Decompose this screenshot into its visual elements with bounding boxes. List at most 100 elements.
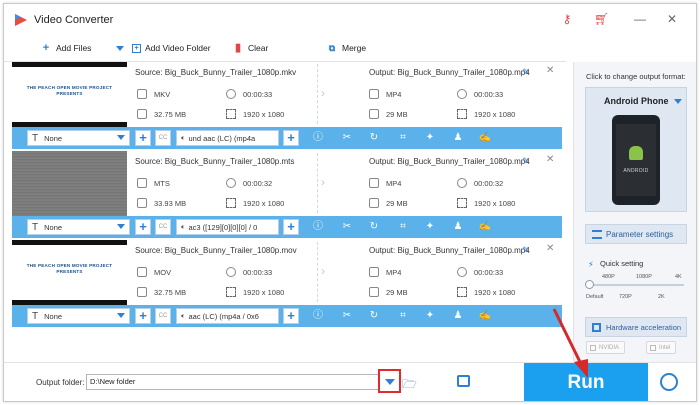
output-filename: Output: Big_Buck_Bunny_Trailer_1080p.mp4 [369,68,530,77]
watermark-icon[interactable]: ♟ [451,309,465,323]
close-window-button[interactable]: ✕ [664,11,680,27]
minimize-button[interactable]: — [632,11,648,27]
add-files-button[interactable]: + Add Files [40,41,92,55]
source-resolution: 1920 x 1080 [226,287,284,297]
crop-icon[interactable]: ⌗ [396,131,410,145]
audio-track-select[interactable]: 🔈︎ ac3 ([129][0][0][0] / 0 [176,219,279,235]
video-thumbnail[interactable] [12,151,127,216]
hardware-acceleration-toggle[interactable]: Hardware acceleration [585,317,687,337]
add-audio-button[interactable]: + [283,130,299,146]
watermark-icon[interactable]: ♟ [451,220,465,234]
output-folder-input[interactable]: D:\New folder [86,374,382,390]
run-button[interactable]: Run [524,363,648,401]
effects-icon[interactable]: ✦ [423,309,437,323]
quick-setting-label: Quick setting [600,259,644,268]
cut-icon[interactable]: ✂ [340,220,354,234]
source-filename: Source: Big_Buck_Bunny_Trailer_1080p.mov [135,246,297,255]
intel-checkbox[interactable]: Intel [646,341,677,354]
add-audio-button[interactable]: + [283,308,299,324]
rotate-icon[interactable]: ↻ [367,309,381,323]
cart-icon[interactable]: 🛒︎ [594,12,609,26]
subtitle-select[interactable]: T None [27,219,130,235]
slider-label-720p: 720P [619,294,632,300]
resolution-icon [226,198,236,208]
audio-track-select[interactable]: 🔈︎ und aac (LC) (mp4a [176,130,279,146]
edit-icon[interactable]: ✎ [522,67,530,78]
effects-icon[interactable]: ✦ [423,220,437,234]
format-icon [137,178,147,188]
output-duration: 00:00:33 [457,267,503,277]
info-icon[interactable]: ⓘ [311,131,325,145]
clock-icon [457,89,467,99]
cut-icon[interactable]: ✂ [340,309,354,323]
info-icon[interactable]: ⓘ [311,309,325,323]
cc-icon[interactable]: CC [155,130,171,146]
output-size: 29 MB [369,287,408,297]
output-size: 29 MB [369,109,408,119]
slider-label-2k: 2K [658,294,665,300]
cc-icon[interactable]: CC [155,219,171,235]
slider-label-4k: 4K [675,274,682,280]
add-subtitle-button[interactable]: + [135,130,151,146]
slider-knob[interactable] [585,280,594,289]
quality-slider[interactable]: 480P 1080P 4K Default 720P 2K [585,274,686,304]
folder-icon [137,198,147,208]
parameter-settings-button[interactable]: Parameter settings [585,224,687,244]
resolution-icon [457,109,467,119]
source-duration: 00:00:33 [226,267,272,277]
clear-label: Clear [248,43,269,53]
phone-brand: ANDROID [623,168,649,174]
add-audio-button[interactable]: + [283,219,299,235]
rotate-icon[interactable]: ↻ [367,220,381,234]
effects-icon[interactable]: ✦ [423,131,437,145]
resolution-icon [226,109,236,119]
subtitle-edit-icon[interactable]: ✍ [478,220,492,234]
alarm-clock-icon[interactable] [660,373,678,391]
subtitle-select[interactable]: T None [27,130,130,146]
subtitle-select[interactable]: T None [27,308,130,324]
chevron-down-icon [116,45,124,51]
crop-icon[interactable]: ⌗ [396,309,410,323]
video-thumbnail[interactable]: THE PEACH OPEN MOVIE PROJECT PRESENTS [12,62,127,127]
folder-icon [369,109,379,119]
info-icon[interactable]: ⓘ [311,220,325,234]
add-video-folder-button[interactable]: + Add Video Folder [132,41,211,55]
clear-button[interactable]: ▮ Clear [232,41,268,55]
folder-icon [369,198,379,208]
folder-plus-icon: + [132,43,141,53]
edit-icon[interactable]: ✎ [522,156,530,167]
source-duration: 00:00:32 [226,178,272,188]
crop-icon[interactable]: ⌗ [396,220,410,234]
clock-icon [226,89,236,99]
subtitle-edit-icon[interactable]: ✍ [478,309,492,323]
cc-icon[interactable]: CC [155,308,171,324]
key-icon[interactable]: ⚷ [560,12,574,26]
format-name: Android Phone [604,96,669,106]
merge-label: Merge [342,43,367,53]
output-format: MP4 [369,178,401,188]
merge-button[interactable]: ⧉ Merge [326,41,366,55]
output-format-selector[interactable]: Android Phone ANDROID [585,87,687,212]
watermark-icon[interactable]: ♟ [451,131,465,145]
remove-item-icon[interactable]: ✕ [546,65,554,76]
add-subtitle-button[interactable]: + [135,219,151,235]
edit-icon[interactable]: ✎ [522,245,530,256]
audio-track-select[interactable]: 🔈︎ aac (LC) (mp4a / 0x6 [176,308,279,324]
title-bar: Video Converter ⚷ 🛒︎ — ✕ [4,4,696,34]
cut-icon[interactable]: ✂ [340,131,354,145]
subtitle-edit-icon[interactable]: ✍ [478,131,492,145]
add-subtitle-button[interactable]: + [135,308,151,324]
slider-track[interactable] [588,284,684,286]
format-icon [369,178,379,188]
nvidia-checkbox[interactable]: NVIDIA [586,341,626,354]
remove-item-icon[interactable]: ✕ [546,243,554,254]
format-icon [137,267,147,277]
output-preview-icon[interactable] [457,375,470,387]
rotate-icon[interactable]: ↻ [367,131,381,145]
video-thumbnail[interactable]: THE PEACH OPEN MOVIE PROJECT PRESENTS [12,240,127,305]
output-folder-dropdown[interactable] [378,369,401,393]
remove-item-icon[interactable]: ✕ [546,154,554,165]
open-folder-icon[interactable]: 🗁︎ [402,375,417,391]
add-files-dropdown[interactable] [116,41,124,55]
list-item: Source: Big_Buck_Bunny_Trailer_1080p.mts… [12,151,562,240]
